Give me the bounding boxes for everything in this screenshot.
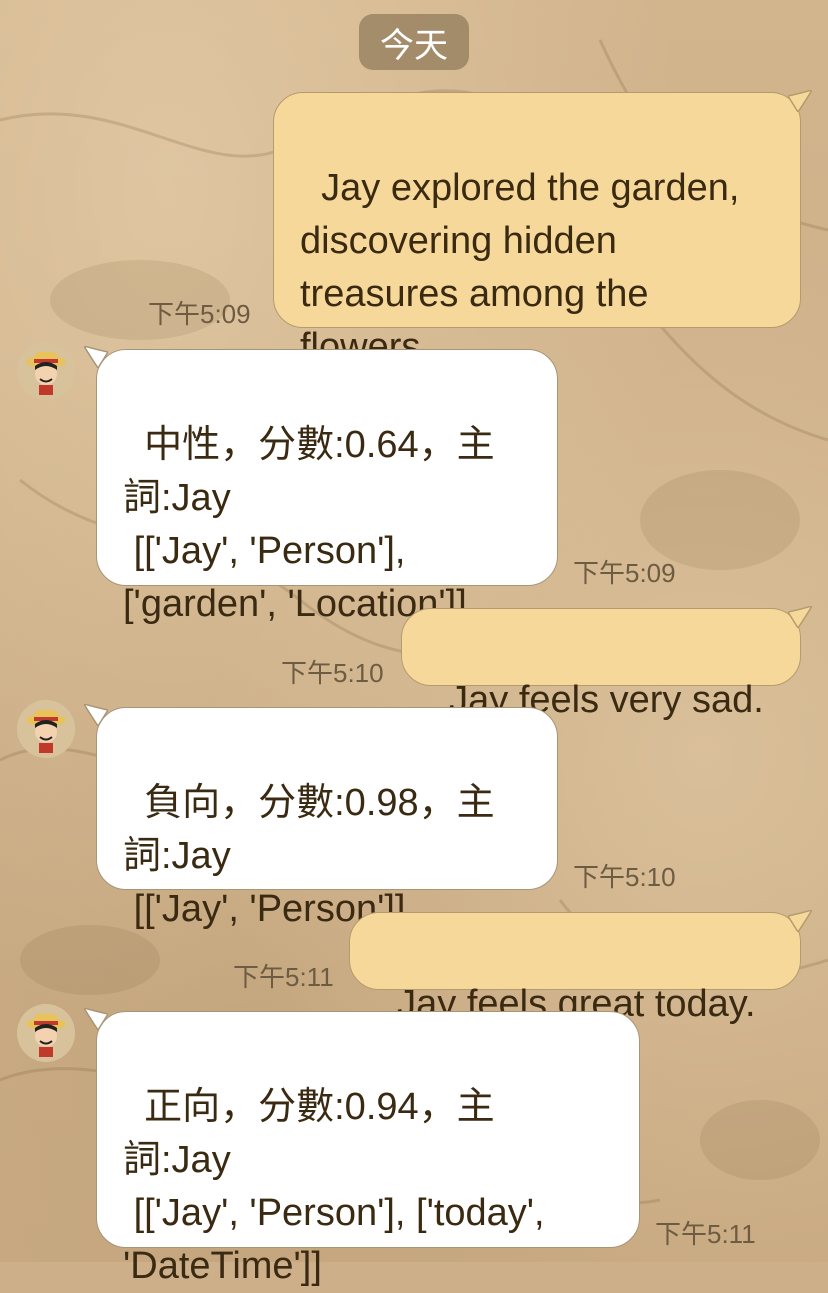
message-timestamp: 下午5:11 xyxy=(655,1219,756,1249)
bubble-tail xyxy=(788,606,812,628)
straw-hat-avatar-icon xyxy=(17,700,75,758)
bubble-tail xyxy=(788,910,812,932)
outgoing-message-bubble[interactable]: Jay feels very sad. xyxy=(401,608,801,721)
bot-avatar[interactable] xyxy=(17,342,75,400)
date-divider: 今天 xyxy=(359,14,469,70)
message-timestamp: 下午5:09 xyxy=(148,299,251,329)
message-text: 中性，分數:0.64，主 詞:Jay [['Jay', 'Person'], [… xyxy=(123,424,495,625)
straw-hat-avatar-icon xyxy=(17,342,75,400)
message-timestamp: 下午5:10 xyxy=(281,658,384,688)
bot-avatar[interactable] xyxy=(17,1004,75,1062)
message-timestamp: 下午5:09 xyxy=(573,558,676,588)
incoming-message-bubble[interactable]: 負向，分數:0.98，主 詞:Jay [['Jay', 'Person']] xyxy=(96,707,558,930)
bot-avatar[interactable] xyxy=(17,700,75,758)
straw-hat-avatar-icon xyxy=(17,1004,75,1062)
outgoing-message-bubble[interactable]: Jay feels great today. xyxy=(349,912,801,1025)
message-timestamp: 下午5:10 xyxy=(573,862,676,892)
bubble-tail xyxy=(788,90,812,112)
bubble-tail xyxy=(84,346,108,368)
bubble-tail xyxy=(84,704,108,726)
incoming-message-bubble[interactable]: 中性，分數:0.64，主 詞:Jay [['Jay', 'Person'], [… xyxy=(96,349,558,625)
incoming-message-bubble[interactable]: 正向，分數:0.94，主 詞:Jay [['Jay', 'Person'], [… xyxy=(96,1011,640,1287)
outgoing-message-bubble[interactable]: Jay explored the garden, discovering hid… xyxy=(273,92,801,368)
bubble-tail xyxy=(84,1008,108,1030)
message-timestamp: 下午5:11 xyxy=(233,962,334,992)
